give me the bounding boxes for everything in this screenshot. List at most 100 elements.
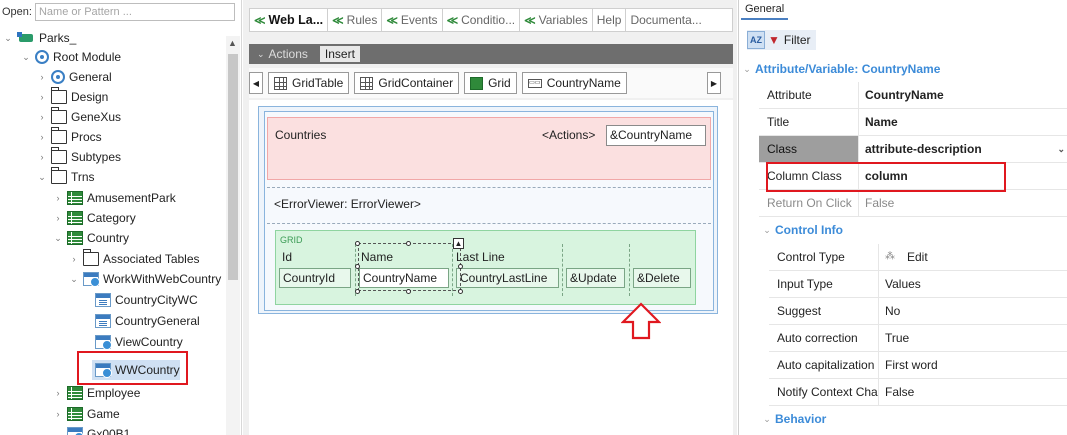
resize-handle[interactable] — [406, 289, 411, 294]
chevron-right-icon[interactable]: › — [36, 131, 48, 143]
control-grid[interactable]: Grid — [464, 72, 517, 94]
prop-auto-capitalization[interactable]: Auto capitalization First word — [769, 352, 1067, 379]
grid-control[interactable]: GRID Id Name Last Line CountryId Country… — [275, 230, 696, 305]
prop-value[interactable]: CountryName — [858, 82, 1067, 109]
prop-auto-correction[interactable]: Auto correction True — [769, 325, 1067, 352]
prop-notify-context-change[interactable]: Notify Context Chai False — [769, 379, 1067, 406]
prop-attribute[interactable]: Attribute CountryName — [759, 82, 1067, 109]
resize-handle[interactable] — [355, 264, 360, 269]
section-control-info[interactable]: ⌄ Control Info — [759, 219, 1067, 241]
tab-documentation[interactable]: Documenta... — [626, 9, 705, 31]
prop-value[interactable]: True — [878, 325, 1067, 352]
inner-table[interactable]: Countries <Actions> &CountryName <ErrorV… — [264, 111, 714, 311]
dropdown-arrow-icon[interactable]: ⌄ — [1057, 144, 1065, 155]
control-countryname[interactable]: ▭▭ CountryName — [521, 72, 627, 94]
prop-value[interactable]: ⁂ Edit — [878, 244, 1067, 271]
grid-cell-countryid[interactable]: CountryId — [279, 268, 351, 288]
chevron-right-icon[interactable]: › — [52, 212, 64, 224]
grid-header-id[interactable]: Id — [282, 250, 292, 264]
tree-item-gx00b1[interactable]: Gx00B1 — [52, 424, 130, 435]
prop-value[interactable]: First word — [878, 352, 1067, 379]
tree-item-associated-tables[interactable]: › Associated Tables — [68, 249, 200, 269]
actions-toggle[interactable]: ⌄ Actions — [249, 47, 316, 61]
prop-value[interactable]: False — [858, 190, 1067, 217]
tree-item-subtypes[interactable]: › Subtypes — [36, 147, 121, 167]
prop-input-type[interactable]: Input Type Values — [769, 271, 1067, 298]
resize-handle[interactable] — [355, 289, 360, 294]
chevron-right-icon[interactable]: › — [36, 151, 48, 163]
prop-title[interactable]: Title Name — [759, 109, 1067, 136]
control-gridcontainer[interactable]: GridContainer — [354, 72, 460, 94]
prop-value[interactable]: Name — [858, 109, 1067, 136]
tab-conditions[interactable]: ≪ Conditio... — [443, 9, 521, 31]
chevron-right-icon[interactable]: › — [36, 91, 48, 103]
tree-item-countrycitywc[interactable]: CountryCityWC — [80, 290, 198, 310]
resize-handle[interactable] — [458, 264, 463, 269]
grid-cell-delete[interactable]: &Delete — [633, 268, 691, 288]
prop-value[interactable]: attribute-description ⌄ — [858, 136, 1067, 163]
main-table[interactable]: Countries <Actions> &CountryName <ErrorV… — [258, 106, 718, 314]
resize-handle[interactable] — [406, 241, 411, 246]
scroll-left-icon[interactable]: ◀ — [249, 72, 263, 94]
tree-item-employee[interactable]: › Employee — [52, 383, 140, 403]
control-gridtable[interactable]: GridTable — [268, 72, 350, 94]
chevron-right-icon[interactable]: › — [52, 387, 64, 399]
section-attribute-variable[interactable]: ⌄ Attribute/Variable: CountryName — [739, 58, 1067, 80]
tab-web-layout[interactable]: ≪ Web La... — [250, 9, 329, 31]
header-table[interactable]: Countries <Actions> &CountryName — [267, 117, 711, 180]
prop-value[interactable]: No — [878, 298, 1067, 325]
tree-item-general[interactable]: › General — [36, 67, 112, 87]
tree-item-game[interactable]: › Game — [52, 404, 120, 424]
tree-item-parks[interactable]: ⌄ Parks_ — [2, 28, 76, 48]
tree-item-genexus[interactable]: › GeneXus — [36, 107, 121, 127]
prop-return-on-click[interactable]: Return On Click False — [759, 190, 1067, 217]
tree-item-workwithwebcountry[interactable]: ⌄ WorkWithWebCountry — [68, 269, 221, 289]
chevron-down-icon[interactable]: ⌄ — [2, 32, 14, 44]
section-behavior[interactable]: ⌄ Behavior — [759, 408, 1067, 430]
chevron-right-icon[interactable]: › — [68, 253, 80, 265]
tree-scrollbar[interactable]: ▲ — [226, 36, 240, 435]
sort-az-icon[interactable]: AZ — [747, 31, 765, 49]
countryname-variable[interactable]: &CountryName — [606, 125, 706, 146]
chevron-right-icon[interactable]: › — [52, 408, 64, 420]
grid-cell-countrylastline[interactable]: CountryLastLine — [456, 268, 559, 288]
properties-tab-general[interactable]: General — [741, 0, 789, 20]
actions-tag[interactable]: <Actions> — [542, 128, 595, 142]
tree-item-design[interactable]: › Design — [36, 87, 108, 107]
tree-item-root-module[interactable]: ⌄ Root Module — [20, 47, 121, 67]
grid-header-last-line[interactable]: Last Line — [456, 250, 505, 264]
prop-suggest[interactable]: Suggest No — [769, 298, 1067, 325]
prop-class[interactable]: Class attribute-description ⌄ — [759, 136, 1067, 163]
filter-button[interactable]: Filter — [784, 33, 811, 47]
tree-item-category[interactable]: › Category — [52, 208, 136, 228]
grid-cell-update[interactable]: &Update — [566, 268, 625, 288]
chevron-down-icon[interactable]: ⌄ — [68, 273, 80, 285]
prop-value[interactable]: False — [878, 379, 1067, 406]
chevron-right-icon[interactable]: › — [36, 111, 48, 123]
filter-icon[interactable]: ▼ — [768, 33, 780, 47]
chevron-right-icon[interactable]: › — [52, 192, 64, 204]
tab-variables[interactable]: ≪ Variables — [520, 9, 593, 31]
tree-item-procs[interactable]: › Procs — [36, 127, 102, 147]
chevron-down-icon[interactable]: ⌄ — [52, 232, 64, 244]
open-object-input[interactable] — [34, 3, 235, 21]
chevron-right-icon[interactable]: › — [36, 71, 48, 83]
scroll-up-icon[interactable]: ▲ — [228, 38, 237, 48]
resize-handle[interactable] — [458, 289, 463, 294]
insert-button[interactable]: Insert — [319, 46, 360, 62]
error-viewer[interactable]: <ErrorViewer: ErrorViewer> — [267, 187, 711, 223]
prop-control-type[interactable]: Control Type ⁂ Edit — [769, 244, 1067, 271]
chevron-down-icon[interactable]: ⌄ — [36, 171, 48, 183]
tree-item-trns[interactable]: ⌄ Trns — [36, 167, 95, 187]
select-parent-icon[interactable]: ▲ — [453, 238, 464, 249]
tab-rules[interactable]: ≪ Rules — [328, 9, 383, 31]
scroll-right-icon[interactable]: ▶ — [707, 72, 721, 94]
scrollbar-thumb[interactable] — [228, 54, 238, 280]
prop-value[interactable]: Values — [878, 271, 1067, 298]
tree-item-countrygeneral[interactable]: CountryGeneral — [80, 311, 200, 331]
tree-item-country[interactable]: ⌄ Country — [52, 228, 129, 248]
tree-item-viewcountry[interactable]: ViewCountry — [80, 332, 183, 352]
page-title[interactable]: Countries — [275, 128, 326, 142]
tab-events[interactable]: ≪ Events — [382, 9, 443, 31]
tree-item-amusementpark[interactable]: › AmusementPark — [52, 188, 176, 208]
